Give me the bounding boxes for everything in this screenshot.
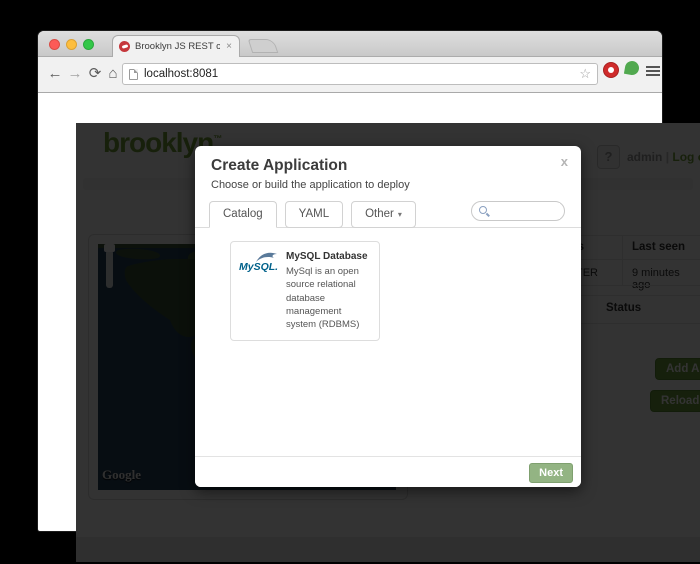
browser-toolbar: ← → ⟳ ⌂ localhost:8081 ☆ [38, 57, 662, 93]
close-window-icon[interactable] [49, 39, 60, 50]
new-tab-button[interactable] [248, 39, 279, 53]
browser-titlebar: Brooklyn JS REST client × [38, 31, 662, 57]
screenshot-stage: Brooklyn JS REST client × ← → ⟳ ⌂ localh… [0, 0, 700, 564]
home-icon[interactable]: ⌂ [104, 64, 122, 84]
catalog-item-description: MySql is an open source relational datab… [286, 265, 371, 331]
modal-tabs: Catalog YAML Other ▾ [209, 201, 416, 228]
url-text[interactable]: localhost:8081 [144, 68, 573, 80]
back-icon[interactable]: ← [46, 64, 64, 84]
search-input[interactable] [492, 203, 560, 219]
create-application-modal: Create Application Choose or build the a… [195, 146, 581, 487]
tab-close-icon[interactable]: × [225, 41, 233, 52]
mysql-dolphin-icon [255, 251, 279, 263]
catalog-item-mysql[interactable]: MySQL. MySQL Database MySql is an open s… [230, 241, 380, 341]
zoom-window-icon[interactable] [83, 39, 94, 50]
mysql-logo: MySQL. [239, 251, 279, 331]
refresh-icon[interactable]: ⟳ [86, 64, 104, 84]
page-icon [129, 69, 138, 80]
chrome-menu-icon[interactable] [646, 66, 660, 78]
browser-window: Brooklyn JS REST client × ← → ⟳ ⌂ localh… [38, 31, 662, 531]
address-bar[interactable]: localhost:8081 ☆ [122, 63, 598, 85]
next-button[interactable]: Next [529, 463, 573, 483]
window-controls [49, 39, 94, 50]
tab-yaml[interactable]: YAML [285, 201, 343, 228]
adblock-extension-icon[interactable] [603, 62, 619, 78]
forward-icon[interactable]: → [66, 64, 84, 84]
search-icon [479, 206, 487, 214]
modal-subtitle: Choose or build the application to deplo… [211, 179, 410, 191]
tab-other[interactable]: Other ▾ [351, 201, 416, 228]
tab-catalog[interactable]: Catalog [209, 201, 277, 228]
catalog-search-box[interactable] [471, 201, 565, 221]
chevron-down-icon: ▾ [398, 210, 402, 219]
tab-title: Brooklyn JS REST client [135, 41, 220, 52]
modal-footer: Next [195, 456, 581, 487]
catalog-item-body: MySQL Database MySql is an open source r… [286, 251, 371, 331]
tab-other-label: Other [365, 208, 394, 220]
modal-title: Create Application [211, 157, 347, 175]
browser-tab[interactable]: Brooklyn JS REST client × [112, 35, 240, 57]
catalog-item-title: MySQL Database [286, 251, 371, 262]
minimize-window-icon[interactable] [66, 39, 77, 50]
close-icon[interactable]: x [561, 154, 568, 169]
brooklyn-favicon-icon [119, 41, 130, 52]
pin-extension-icon[interactable] [624, 60, 640, 76]
bookmark-star-icon[interactable]: ☆ [579, 66, 591, 82]
